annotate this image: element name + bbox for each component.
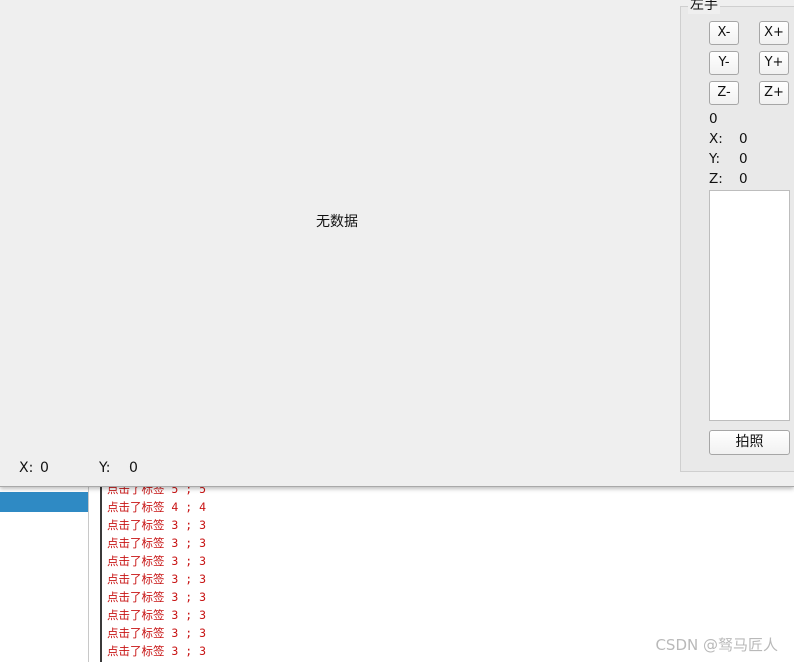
console-line: 点击了标签 3 ; 3 [107, 572, 207, 586]
step-counter: 0 [709, 111, 718, 127]
watermark: CSDN @驽马匠人 [655, 636, 778, 654]
console-line: 点击了标签 3 ; 3 [107, 536, 207, 550]
console-line: 点击了标签 3 ; 3 [107, 590, 207, 604]
take-photo-button[interactable]: 拍照 [709, 430, 790, 455]
console-line: 点击了标签 3 ; 3 [107, 608, 207, 622]
y-label: Y: [709, 151, 721, 167]
project-tree-panel [0, 486, 89, 662]
cursor-y-readout: Y: 0 [99, 460, 138, 476]
console-line: 点击了标签 3 ; 3 [107, 518, 207, 532]
x-minus-button[interactable]: X- [709, 21, 739, 45]
cursor-y-label: Y: [99, 460, 111, 476]
groupbox-title: 左手 [688, 0, 720, 14]
z-value: 0 [739, 171, 748, 187]
console-output: 点击了标签 5 ; 5 点击了标签 4 ; 4 点击了标签 3 ; 3 点击了标… [107, 480, 507, 662]
console-gutter [100, 486, 102, 662]
app-window: 无数据 X: 0 Y: 0 左手 X- X+ Y- Y+ Z- Z+ 0 X: … [0, 0, 794, 487]
x-plus-button[interactable]: X+ [759, 21, 789, 45]
image-view[interactable]: 无数据 X: 0 Y: 0 [0, 0, 680, 486]
cursor-x-value: 0 [40, 460, 49, 476]
y-plus-button[interactable]: Y+ [759, 51, 789, 75]
project-tree-selected-row[interactable] [0, 492, 88, 512]
cursor-y-value: 0 [129, 460, 138, 476]
x-label: X: [709, 131, 723, 147]
empty-state-text: 无数据 [316, 214, 358, 230]
position-list[interactable] [709, 190, 790, 421]
cursor-x-readout: X: 0 [19, 460, 49, 476]
console-line: 点击了标签 3 ; 3 [107, 644, 207, 658]
z-minus-button[interactable]: Z- [709, 81, 739, 105]
y-minus-button[interactable]: Y- [709, 51, 739, 75]
console-line: 点击了标签 3 ; 3 [107, 626, 207, 640]
x-value: 0 [739, 131, 748, 147]
z-plus-button[interactable]: Z+ [759, 81, 789, 105]
cursor-x-label: X: [19, 460, 34, 476]
z-label: Z: [709, 171, 723, 187]
console-line: 点击了标签 3 ; 3 [107, 554, 207, 568]
y-value: 0 [739, 151, 748, 167]
console-line: 点击了标签 4 ; 4 [107, 500, 207, 514]
